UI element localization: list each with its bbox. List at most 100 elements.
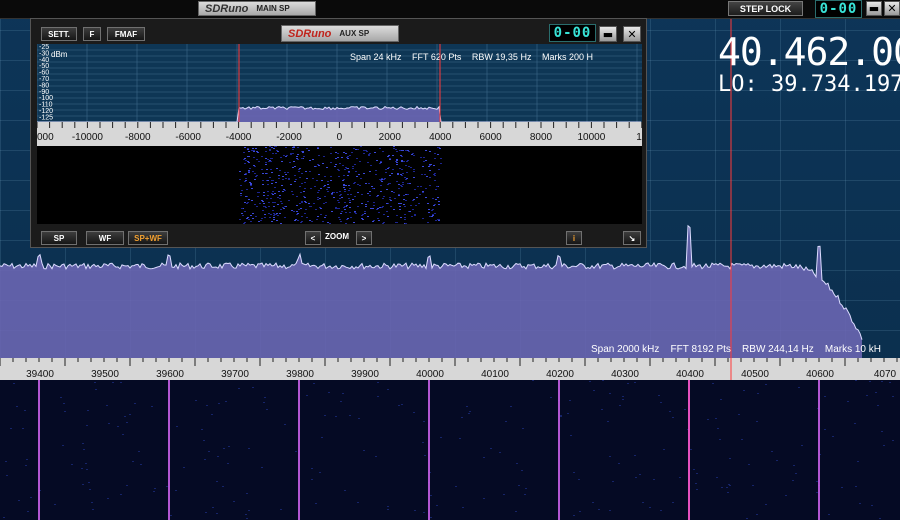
aux-sp-tab[interactable]: SDRuno AUX SP <box>281 25 399 42</box>
fmaf-button[interactable]: FMAF <box>107 27 145 41</box>
step-lock-button[interactable]: STEP LOCK <box>728 1 803 16</box>
waterfall-noise-speck <box>183 467 185 468</box>
waterfall-noise-speck <box>889 382 891 383</box>
wf-button[interactable]: WF <box>86 231 124 245</box>
waterfall-noise-speck <box>560 415 562 416</box>
waterfall-noise-speck <box>233 501 235 502</box>
waterfall-noise-speck <box>205 512 207 513</box>
aux-waterfall-speck <box>344 206 346 207</box>
waterfall-noise-speck <box>440 437 442 438</box>
aux-waterfall-speck <box>413 199 415 200</box>
aux-waterfall-bg <box>37 146 642 224</box>
lo-readout[interactable]: LO: 39.734.197 <box>718 72 900 97</box>
aux-waterfall-speck <box>357 184 359 185</box>
aux-waterfall-speck <box>389 175 391 176</box>
waterfall-noise-speck <box>469 411 471 412</box>
aux-waterfall-speck <box>333 197 335 198</box>
aux-waterfall-speck <box>381 181 383 182</box>
aux-waterfall-speck <box>350 217 352 218</box>
frequency-readout[interactable]: 40.462.000 <box>718 30 900 74</box>
aux-waterfall-speck <box>272 153 274 154</box>
aux-waterfall-speck <box>337 157 339 158</box>
aux-waterfall-speck <box>304 213 306 214</box>
zoom-next-icon[interactable]: > <box>356 231 372 245</box>
waterfall-noise-speck <box>216 513 218 514</box>
close-icon[interactable]: ✕ <box>884 1 900 16</box>
aux-waterfall-speck <box>432 209 434 210</box>
minimize-icon[interactable]: ▬ <box>866 1 882 16</box>
aux-waterfall-speck <box>342 165 344 166</box>
aux-waterfall-speck <box>324 185 326 186</box>
waterfall-noise-speck <box>515 511 517 512</box>
waterfall-noise-speck <box>201 429 203 430</box>
aux-waterfall-speck <box>321 180 323 181</box>
aux-sp-label: AUX SP <box>339 29 370 38</box>
aux-waterfall-speck <box>347 175 349 176</box>
aux-waterfall-speck <box>362 214 364 215</box>
waterfall-noise-speck <box>30 497 32 498</box>
aux-waterfall-speck <box>407 183 409 184</box>
aux-waterfall-speck <box>247 161 249 162</box>
aux-waterfall-speck <box>372 188 374 189</box>
aux-waterfall-speck <box>434 180 436 181</box>
aux-waterfall-speck <box>355 171 357 172</box>
main-sp-tab[interactable]: SDRuno MAIN SP <box>198 1 316 16</box>
settings-button[interactable]: SETT. <box>41 27 77 41</box>
aux-waterfall-speck <box>293 146 295 147</box>
aux-waterfall-speck <box>252 171 254 172</box>
waterfall-noise-speck <box>785 495 787 496</box>
aux-waterfall-speck <box>292 149 294 150</box>
aux-spectrum-graph[interactable]: -25-30-40-50-60-70-80-90-100-110-120-125… <box>37 44 642 224</box>
waterfall-noise-speck <box>85 463 87 464</box>
aux-waterfall-speck <box>364 213 366 214</box>
aux-waterfall-speck <box>432 215 434 216</box>
aux-scale-label: 12 <box>636 132 642 143</box>
f-button[interactable]: F <box>83 27 101 41</box>
waterfall-noise-speck <box>765 504 767 505</box>
aux-waterfall-speck <box>410 205 412 206</box>
aux-waterfall-speck <box>290 153 292 154</box>
aux-waterfall-speck <box>253 150 255 151</box>
aux-waterfall-speck <box>276 220 278 221</box>
waterfall-noise-speck <box>6 475 8 476</box>
aux-waterfall-speck <box>246 218 248 219</box>
aux-waterfall-speck <box>414 215 416 216</box>
aux-waterfall-speck <box>390 206 392 207</box>
waterfall-noise-speck <box>579 511 581 512</box>
waterfall-noise-speck <box>342 393 344 394</box>
aux-waterfall-speck <box>411 154 413 155</box>
aux-waterfall-speck <box>283 208 285 209</box>
main-scale-label: 40300 <box>611 369 639 380</box>
aux-waterfall-speck <box>242 215 244 216</box>
aux-waterfall-speck <box>438 204 440 205</box>
aux-waterfall-speck <box>398 184 400 185</box>
sp-button[interactable]: SP <box>41 231 77 245</box>
aux-waterfall-speck <box>365 150 367 151</box>
aux-waterfall-speck <box>379 148 381 149</box>
aux-waterfall-speck <box>422 191 424 192</box>
aux-waterfall-speck <box>375 170 377 171</box>
waterfall-noise-speck <box>81 468 83 469</box>
aux-close-icon[interactable]: ✕ <box>623 26 641 42</box>
aux-waterfall-speck <box>267 195 269 196</box>
aux-waterfall-speck <box>273 217 275 218</box>
waterfall-noise-speck <box>263 402 265 403</box>
aux-waterfall-speck <box>294 220 296 221</box>
waterfall-noise-speck <box>521 470 523 471</box>
aux-waterfall-speck <box>309 220 311 221</box>
aux-waterfall-speck <box>333 192 335 193</box>
aux-waterfall-speck <box>404 217 406 218</box>
aux-waterfall-speck <box>348 171 350 172</box>
aux-waterfall-speck <box>425 188 427 189</box>
aux-minimize-icon[interactable]: ▬ <box>599 26 617 42</box>
aux-waterfall-speck <box>290 184 292 185</box>
aux-waterfall-speck <box>434 204 436 205</box>
sp-wf-button[interactable]: SP+WF <box>128 231 168 245</box>
waterfall-noise-speck <box>195 400 197 401</box>
zoom-label: ZOOM <box>325 232 349 241</box>
resize-icon[interactable]: ↘ <box>623 231 641 245</box>
info-icon[interactable]: i <box>566 231 582 245</box>
aux-waterfall-speck <box>437 219 439 220</box>
aux-waterfall-speck <box>283 155 285 156</box>
zoom-prev-icon[interactable]: < <box>305 231 321 245</box>
